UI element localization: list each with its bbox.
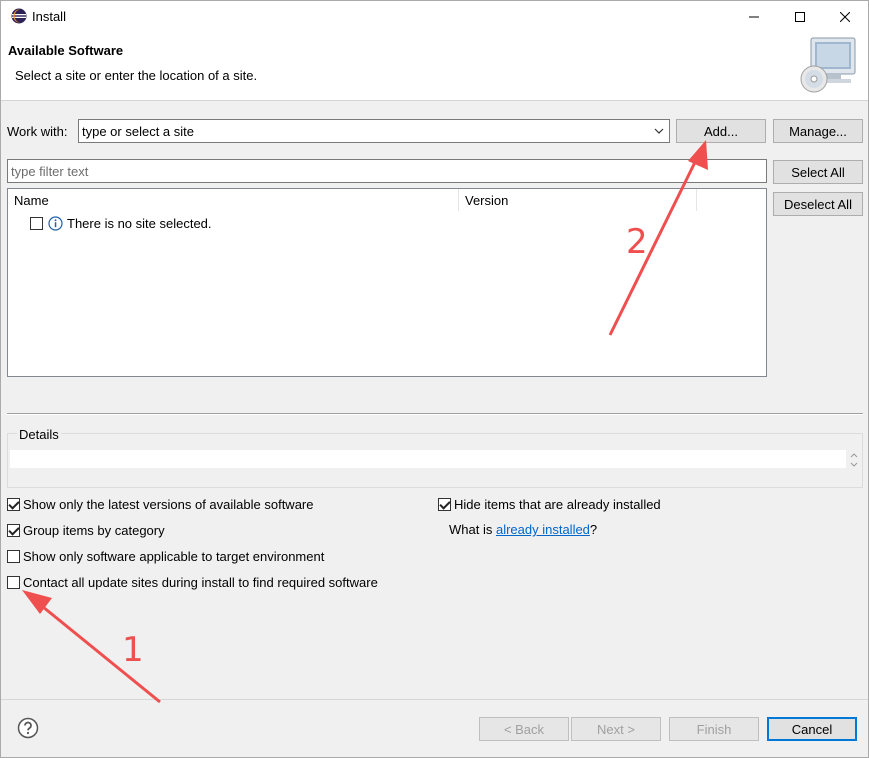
page-title: Available Software	[8, 43, 124, 58]
show-applicable-checkbox[interactable]	[7, 549, 20, 563]
minimize-icon	[749, 16, 759, 17]
contact-sites-checkbox[interactable]	[7, 575, 20, 589]
header-banner: Available Software Select a site or ente…	[1, 32, 868, 101]
column-header-name[interactable]: Name	[8, 189, 459, 211]
details-text	[10, 450, 846, 468]
what-is-installed-text: What is already installed?	[449, 522, 597, 537]
eclipse-icon	[11, 8, 27, 24]
close-icon	[840, 11, 850, 22]
show-latest-checkbox[interactable]	[7, 497, 20, 511]
help-icon[interactable]	[17, 717, 39, 739]
what-is-suffix: ?	[589, 522, 598, 537]
next-button[interactable]: Next >	[571, 717, 661, 741]
info-icon	[48, 215, 63, 231]
show-applicable-option[interactable]: Show only software applicable to target …	[7, 547, 324, 565]
footer-divider	[1, 699, 868, 700]
show-applicable-label: Show only software applicable to target …	[23, 548, 325, 564]
hide-installed-checkbox[interactable]	[438, 497, 451, 511]
group-by-category-label: Group items by category	[23, 522, 165, 538]
column-header-version[interactable]: Version	[459, 189, 697, 211]
finish-button[interactable]: Finish	[669, 717, 759, 741]
select-all-button[interactable]: Select All	[773, 160, 863, 184]
deselect-all-button[interactable]: Deselect All	[773, 192, 863, 216]
add-button[interactable]: Add...	[676, 119, 766, 143]
minimize-button[interactable]	[731, 1, 777, 32]
annotation-number-2: 2	[626, 222, 648, 262]
group-by-category-checkbox[interactable]	[7, 523, 20, 537]
computer-cd-icon	[800, 37, 856, 93]
scroll-arrows-icon[interactable]	[848, 450, 860, 470]
group-by-category-option[interactable]: Group items by category	[7, 521, 165, 539]
software-table[interactable]: Name Version There is no site selected.	[7, 188, 767, 377]
work-with-label: Work with:	[7, 124, 68, 139]
title-bar: Install	[1, 1, 868, 32]
maximize-button[interactable]	[777, 1, 823, 32]
details-group: Details	[7, 427, 863, 488]
hide-installed-option[interactable]: Hide items that are already installed	[438, 495, 661, 513]
hide-installed-label: Hide items that are already installed	[454, 496, 661, 512]
contact-sites-option[interactable]: Contact all update sites during install …	[7, 573, 378, 591]
filter-input[interactable]: type filter text	[7, 159, 767, 183]
manage-button[interactable]: Manage...	[773, 119, 863, 143]
maximize-icon	[795, 11, 805, 22]
already-installed-link[interactable]: already installed	[496, 522, 590, 537]
cancel-button[interactable]: Cancel	[767, 717, 857, 741]
annotation-number-1: 1	[122, 630, 144, 670]
window-title: Install	[32, 9, 66, 24]
show-latest-label: Show only the latest versions of availab…	[23, 496, 314, 512]
details-label: Details	[17, 427, 61, 442]
close-button[interactable]	[822, 1, 868, 32]
show-latest-option[interactable]: Show only the latest versions of availab…	[7, 495, 314, 513]
table-row[interactable]: There is no site selected.	[30, 214, 212, 232]
row-text: There is no site selected.	[67, 215, 212, 231]
row-checkbox[interactable]	[30, 216, 43, 230]
chevron-down-icon	[654, 128, 664, 134]
back-button[interactable]: < Back	[479, 717, 569, 741]
sash-divider[interactable]	[7, 413, 863, 415]
contact-sites-label: Contact all update sites during install …	[23, 574, 378, 590]
filter-placeholder: type filter text	[11, 164, 89, 179]
page-subtitle: Select a site or enter the location of a…	[15, 68, 258, 83]
work-with-combo[interactable]: type or select a site	[78, 119, 670, 143]
work-with-value: type or select a site	[82, 124, 194, 139]
what-is-prefix: What is	[449, 522, 496, 537]
